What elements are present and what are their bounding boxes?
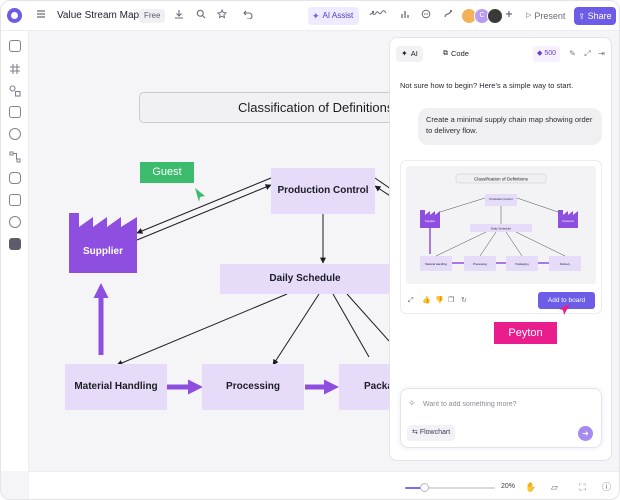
credits-badge[interactable]: ◆ 500 (533, 46, 561, 62)
avatar[interactable] (487, 8, 503, 24)
processing-node[interactable]: Processing (202, 364, 304, 410)
expand-icon[interactable]: ⤢ (583, 49, 592, 58)
tab-code[interactable]: ⧉ Code (438, 46, 474, 62)
search-icon[interactable] (194, 9, 208, 23)
template-icon[interactable] (9, 172, 21, 184)
ai-intro-text: Not sure how to begin? Here's a simple w… (400, 81, 574, 90)
ai-icon[interactable] (9, 216, 21, 228)
thumbnail-node-label: Supplier (425, 219, 435, 223)
copy-icon[interactable]: ❐ (448, 296, 454, 305)
board-title[interactable]: Classification of Definitions (139, 92, 389, 123)
tab-ai-label: AI (410, 49, 418, 58)
share-button[interactable]: ⇪ Share (574, 7, 616, 25)
download-icon[interactable] (172, 9, 186, 23)
play-icon: ▷ (526, 12, 532, 19)
thumbnail-title: Classification of Definitions (474, 177, 529, 182)
comment-icon[interactable] (419, 9, 433, 23)
thumbnail-node-label: Material Handling (425, 262, 447, 266)
flowchart-chip[interactable]: ⇆ Flowchart (407, 425, 456, 441)
guest-cursor-label: Guest (140, 162, 194, 183)
supplier-node[interactable]: Supplier (69, 213, 137, 273)
document-title[interactable]: Value Stream Map (57, 10, 139, 21)
flowchart-chip-label: Flowchart (419, 429, 451, 436)
embed-icon[interactable] (9, 194, 21, 206)
app-window: Value Stream Map Free ✦ AI Assist C ▷ Pr… (0, 0, 620, 500)
star-icon[interactable] (215, 8, 229, 23)
tab-code-label: Code (451, 49, 469, 58)
sparkle-icon: ✦ (401, 49, 408, 58)
map-icon[interactable]: ▱ (549, 482, 560, 493)
integrations-icon[interactable] (368, 9, 390, 23)
left-toolbar (1, 31, 29, 471)
packaging-node[interactable]: Packaging (339, 364, 389, 410)
connector-tool-icon[interactable] (441, 9, 455, 23)
thumbs-up-icon[interactable]: 👍 (422, 296, 431, 305)
credits-value: 500 (544, 50, 557, 57)
undo-icon[interactable] (241, 9, 255, 23)
sparkle-icon: ✦ (312, 11, 320, 21)
material-handling-node[interactable]: Material Handling (65, 364, 167, 410)
frame-icon[interactable] (9, 40, 21, 52)
ai-prompt-box: ✧ ⇆ Flowchart ➜ (400, 388, 602, 448)
factory-icon (69, 213, 137, 273)
thumbnail-node-label: Processing (473, 262, 487, 266)
zoom-level[interactable]: 20% (501, 483, 515, 490)
production-control-node[interactable]: Production Control (271, 168, 375, 214)
ai-assist-label: AI Assist (322, 11, 354, 20)
connector-icon[interactable] (9, 150, 21, 163)
ai-panel: ✦ AI ⧉ Code ◆ 500 ✎ ⤢ ⇥ Not sure how to … (389, 37, 612, 461)
thumbnail-node-label: Delivery (560, 262, 571, 266)
expand-preview-icon[interactable]: ⤢ (408, 296, 414, 305)
hand-tool-icon[interactable]: ✋ (525, 482, 536, 493)
zoom-slider-handle[interactable] (420, 483, 430, 492)
apps-icon[interactable] (9, 238, 21, 250)
image-icon[interactable] (9, 106, 21, 118)
tab-ai[interactable]: ✦ AI (396, 46, 423, 62)
flowchart-icon: ⇆ (412, 429, 418, 436)
ai-prompt-input[interactable] (423, 397, 583, 411)
shapes-icon[interactable] (9, 84, 21, 97)
present-label: Present (534, 11, 566, 21)
diagram-thumbnail[interactable]: Classification of Definitions Production… (406, 166, 596, 284)
edit-icon[interactable]: ✎ (568, 49, 577, 58)
menu-icon[interactable] (34, 9, 48, 23)
app-logo[interactable] (7, 8, 22, 23)
whiteboard-canvas[interactable]: Classification of Definitions Supplier P… (29, 31, 389, 471)
chart-icon[interactable] (398, 9, 412, 23)
thumbs-down-icon[interactable]: 👎 (435, 296, 444, 305)
gem-icon: ◆ (537, 50, 543, 57)
plan-badge: Free (139, 9, 166, 23)
present-button[interactable]: ▷ Present (520, 7, 571, 25)
sticky-note-icon[interactable] (9, 128, 21, 140)
top-bar: Value Stream Map Free ✦ AI Assist C ▷ Pr… (1, 1, 619, 31)
help-icon[interactable]: ⓘ (601, 482, 612, 493)
peyton-cursor-label: Peyton (494, 322, 557, 344)
bottom-bar: 20% ✋ ▱ ⛶ ⓘ (29, 471, 619, 499)
hash-icon[interactable] (9, 62, 21, 74)
regenerate-icon[interactable]: ↻ (461, 296, 467, 305)
thumbnail-node-label: Packaging (515, 262, 529, 266)
send-button[interactable]: ➜ (578, 426, 593, 441)
thumbnail-diagram: Classification of Definitions Production… (420, 173, 581, 271)
code-icon: ⧉ (443, 50, 448, 57)
zoom-slider[interactable] (405, 483, 495, 492)
fit-screen-icon[interactable]: ⛶ (577, 482, 588, 493)
peyton-cursor-icon (559, 304, 570, 315)
thumbnail-node-label: Production Control (489, 197, 513, 201)
add-collaborator-icon[interactable] (502, 9, 516, 23)
share-icon: ⇪ (578, 12, 586, 21)
thumbnail-node-label: Customer (562, 219, 574, 223)
share-label: Share (587, 11, 612, 21)
generated-preview-card: Classification of Definitions Production… (400, 160, 602, 315)
sparkle-search-icon: ✧ (408, 398, 416, 408)
ai-assist-button[interactable]: ✦ AI Assist (308, 7, 360, 25)
user-prompt-bubble: Create a minimal supply chain map showin… (418, 108, 602, 145)
supplier-label: Supplier (82, 246, 123, 257)
daily-schedule-node[interactable]: Daily Schedule (220, 264, 389, 294)
collapse-panel-icon[interactable]: ⇥ (597, 49, 606, 58)
thumbnail-node-label: Daily Schedule (491, 227, 511, 231)
